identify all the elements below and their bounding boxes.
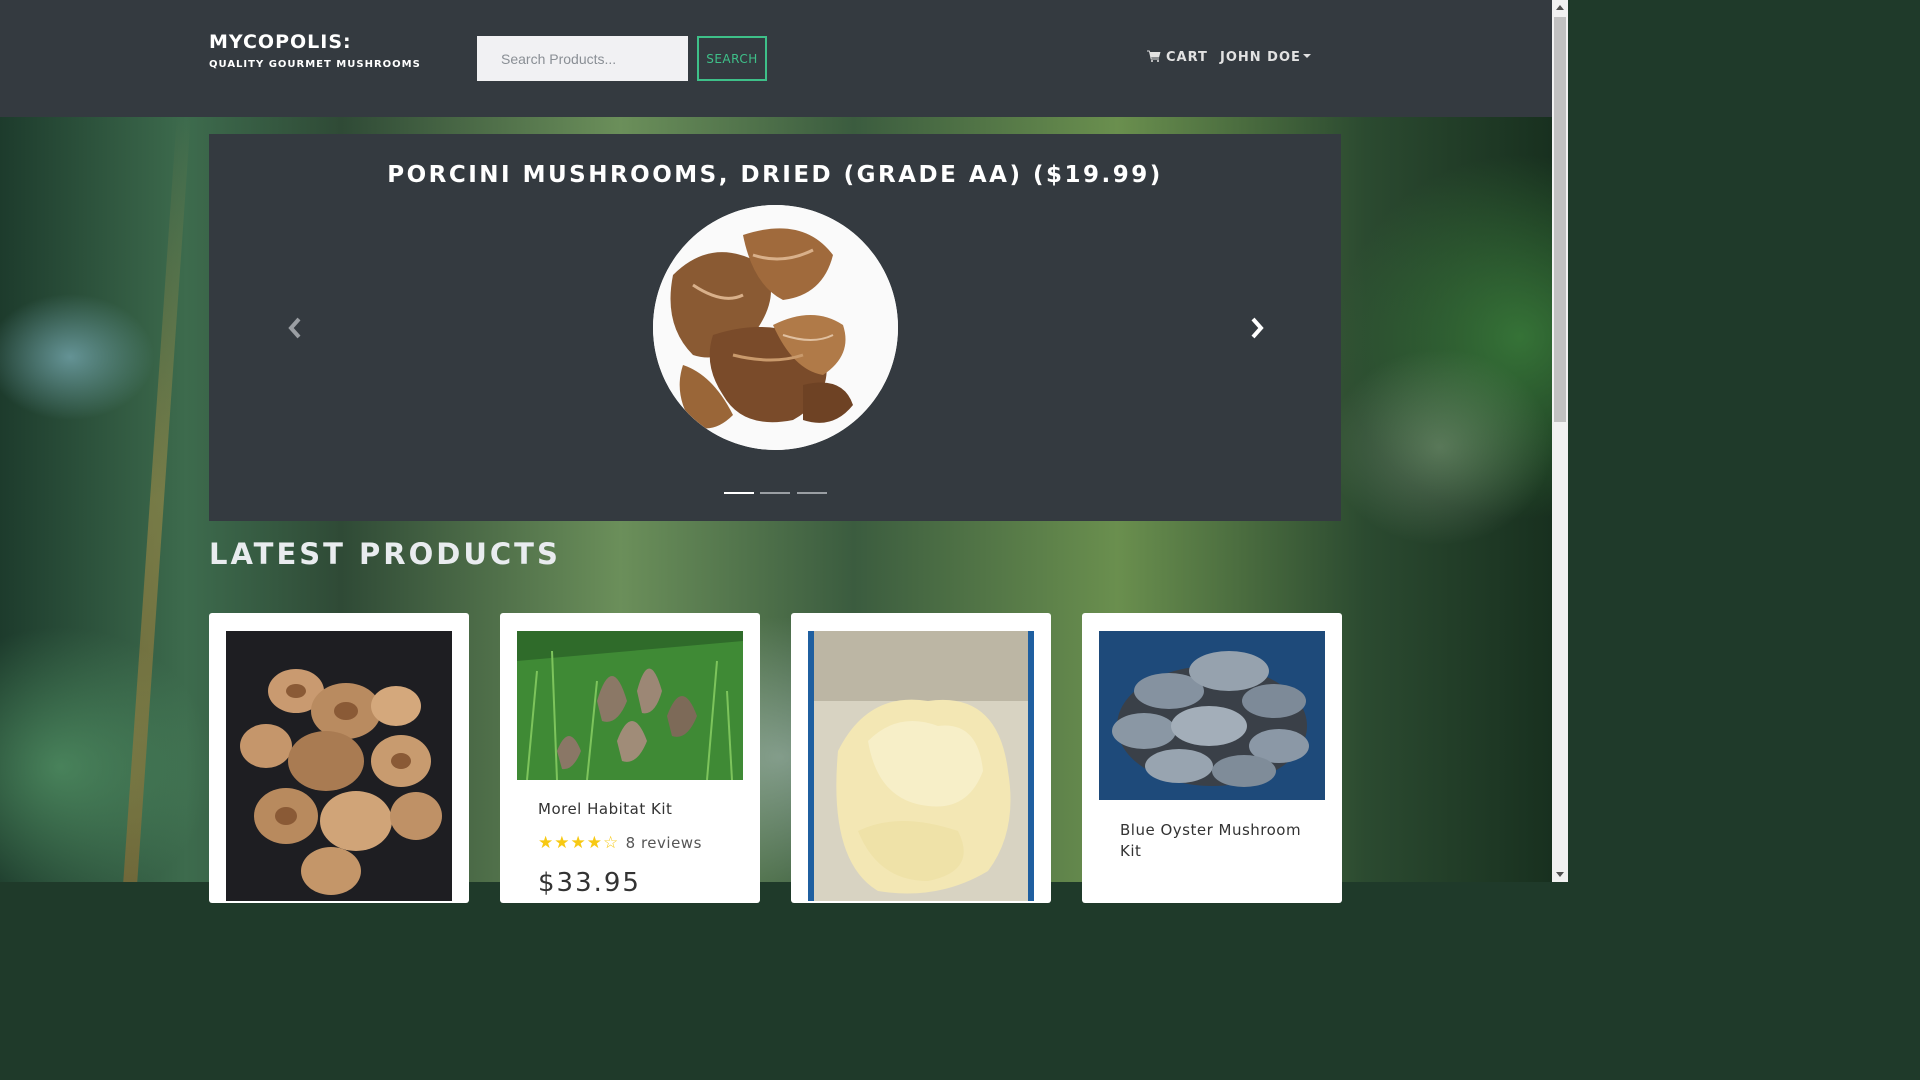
product-carousel: PORCINI MUSHROOMS, DRIED (GRADE AA) ($19… bbox=[209, 134, 1341, 521]
product-name[interactable]: Blue Oyster Mushroom Kit bbox=[1120, 820, 1310, 862]
shiitake-image bbox=[226, 631, 452, 901]
star-filled-icon: ★ bbox=[586, 833, 603, 853]
cart-link[interactable]: CART bbox=[1147, 50, 1208, 65]
carousel-indicator-1[interactable] bbox=[724, 492, 754, 494]
latest-products-heading: LATEST PRODUCTS bbox=[209, 537, 561, 571]
scrollbar-thumb[interactable] bbox=[1554, 17, 1566, 422]
blue-oyster-image bbox=[1099, 631, 1325, 800]
search-button[interactable]: SEARCH bbox=[697, 36, 767, 81]
chevron-down-icon bbox=[1302, 54, 1311, 58]
product-card[interactable]: Blue Oyster Mushroom Kit bbox=[1082, 613, 1342, 903]
scrollbar[interactable] bbox=[1552, 0, 1568, 882]
brand-logo[interactable]: MYCOPOLIS: QUALITY GOURMET MUSHROOMS bbox=[209, 31, 421, 70]
chevron-right-icon bbox=[1251, 317, 1264, 339]
product-image-morel[interactable] bbox=[517, 631, 743, 780]
product-image-lions-mane[interactable] bbox=[808, 631, 1034, 901]
carousel-product-image[interactable] bbox=[653, 205, 898, 450]
morel-image bbox=[517, 631, 743, 780]
cart-icon bbox=[1147, 50, 1161, 62]
scroll-up-arrow-icon[interactable] bbox=[1556, 5, 1564, 10]
search-input[interactable] bbox=[477, 36, 688, 81]
star-filled-icon: ★ bbox=[570, 833, 587, 853]
product-image-blue-oyster[interactable] bbox=[1099, 631, 1325, 800]
cart-label: CART bbox=[1166, 50, 1208, 65]
review-count: 8 reviews bbox=[625, 834, 702, 852]
carousel-next-button[interactable] bbox=[1247, 316, 1267, 340]
product-name[interactable]: Morel Habitat Kit bbox=[538, 799, 728, 820]
product-card[interactable] bbox=[209, 613, 469, 903]
brand-subtitle: QUALITY GOURMET MUSHROOMS bbox=[209, 59, 421, 70]
carousel-caption[interactable]: PORCINI MUSHROOMS, DRIED (GRADE AA) ($19… bbox=[209, 162, 1341, 188]
product-price: $33.95 bbox=[538, 868, 641, 898]
product-rating: ★★★★☆ 8 reviews bbox=[538, 833, 702, 853]
user-menu-dropdown[interactable]: JOHN DOE bbox=[1220, 50, 1311, 65]
brand-title: MYCOPOLIS: bbox=[209, 31, 352, 53]
scroll-down-arrow-icon[interactable] bbox=[1556, 872, 1564, 877]
navbar: MYCOPOLIS: QUALITY GOURMET MUSHROOMS SEA… bbox=[0, 0, 1552, 117]
star-empty-icon: ☆ bbox=[603, 833, 620, 853]
product-card[interactable] bbox=[791, 613, 1051, 903]
chevron-left-icon bbox=[288, 317, 301, 339]
lions-mane-image bbox=[808, 631, 1034, 901]
porcini-dried-image bbox=[653, 205, 898, 450]
product-image-shiitake[interactable] bbox=[226, 631, 452, 901]
product-card[interactable]: Morel Habitat Kit ★★★★☆ 8 reviews $33.95 bbox=[500, 613, 760, 903]
star-filled-icon: ★ bbox=[538, 833, 555, 853]
carousel-prev-button[interactable] bbox=[285, 316, 305, 340]
carousel-indicator-2[interactable] bbox=[760, 492, 790, 494]
star-filled-icon: ★ bbox=[554, 833, 571, 853]
carousel-indicator-3[interactable] bbox=[797, 492, 827, 494]
user-name: JOHN DOE bbox=[1220, 50, 1301, 65]
